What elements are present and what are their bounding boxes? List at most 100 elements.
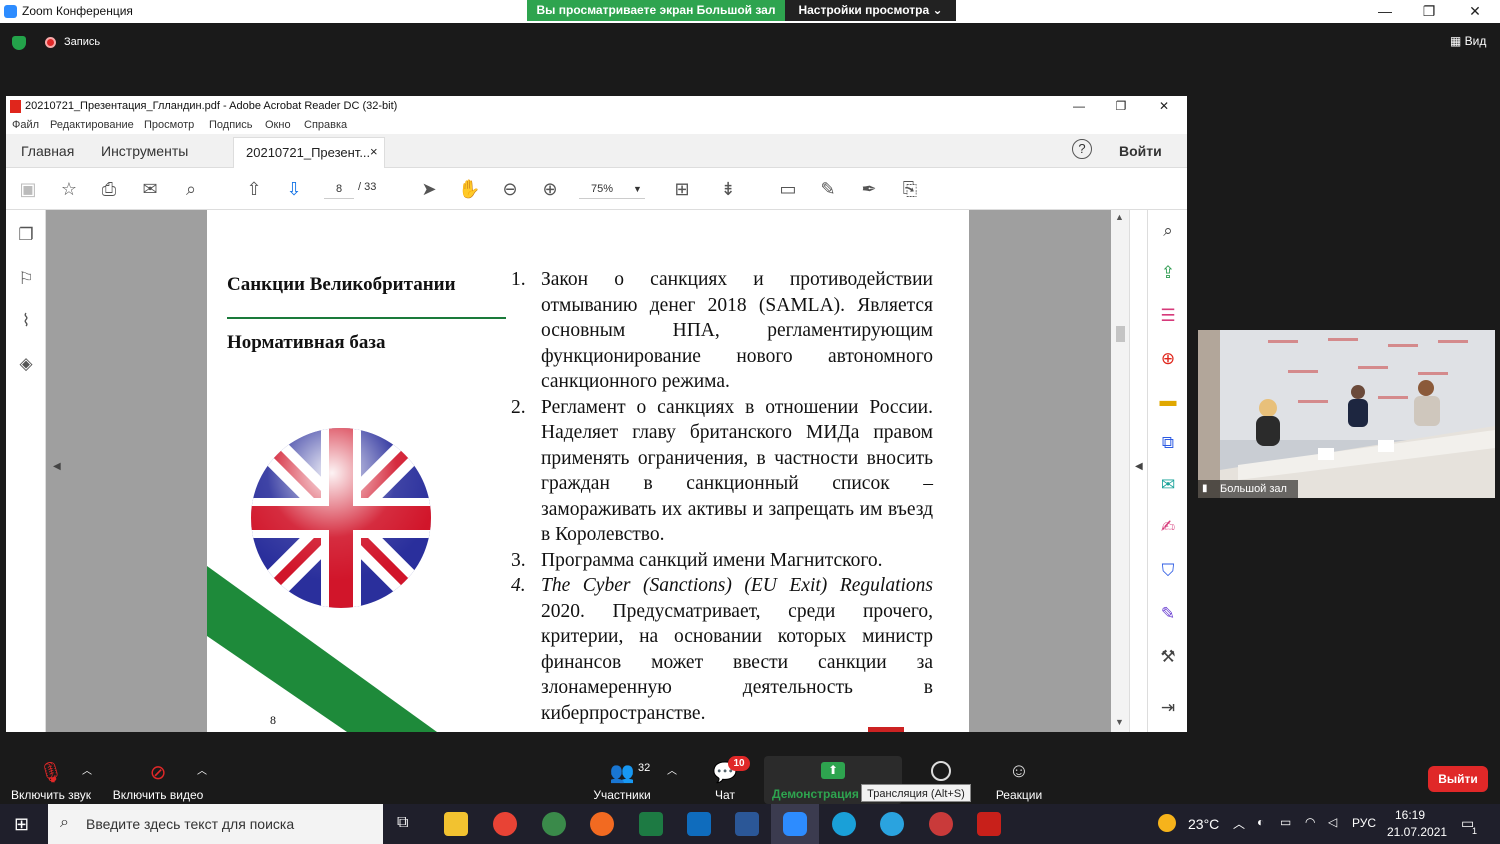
zoom-maximize-button[interactable]: ❐ (1409, 2, 1449, 20)
protect-shield-icon[interactable]: ⛉ (1157, 560, 1179, 582)
sign-icon[interactable]: ✒ (858, 178, 880, 200)
tab-home[interactable]: Главная (21, 143, 74, 159)
record-icon[interactable] (931, 761, 951, 781)
vertical-scrollbar[interactable]: ▲ ▼ (1111, 210, 1129, 732)
zoom-level-select[interactable]: 75% ▼ (579, 179, 645, 199)
scroll-mode-icon[interactable]: ⇟ (717, 178, 739, 200)
right-panel-toggle[interactable]: ◀ (1129, 210, 1147, 732)
menu-edit[interactable]: Редактирование (50, 119, 134, 131)
taskbar-search-input[interactable]: ⌕ Введите здесь текст для поиска (48, 804, 383, 844)
collapse-right-icon[interactable]: ◀ (1135, 461, 1143, 472)
clock-date[interactable]: 21.07.2021 (1387, 825, 1447, 839)
acrobat-maximize-button[interactable]: ❐ (1101, 97, 1141, 115)
tray-app-icon[interactable]: ◐ (1257, 815, 1264, 829)
bookmarks-icon[interactable]: ⚐ (15, 268, 37, 290)
save-icon[interactable]: ▣ (17, 178, 39, 200)
acrobat-minimize-button[interactable]: — (1059, 97, 1099, 115)
tab-close-icon[interactable]: × (370, 144, 378, 159)
comment-icon[interactable]: ▭ (777, 178, 799, 200)
page-fit-icon[interactable]: ⊞ (671, 178, 693, 200)
recording-label[interactable]: Запись (64, 36, 100, 48)
chrome-icon[interactable] (493, 812, 517, 836)
fill-sign-icon[interactable]: ⎘ (899, 178, 921, 200)
find-icon[interactable]: ⌕ (180, 178, 202, 200)
select-cursor-icon[interactable]: ➤ (418, 178, 440, 200)
1c-app-icon[interactable] (590, 812, 614, 836)
task-view-icon[interactable]: ⧉ (397, 814, 408, 832)
zoom-out-icon[interactable]: ⊖ (499, 178, 521, 200)
participants-chevron-icon[interactable]: ︿ (667, 762, 677, 777)
security-shield-icon[interactable] (12, 36, 26, 50)
excel-icon[interactable] (639, 812, 663, 836)
menu-file[interactable]: Файл (12, 119, 39, 131)
menu-window[interactable]: Окно (265, 119, 291, 131)
share-tooltip: Трансляция (Alt+S) (861, 784, 971, 802)
red-app-icon[interactable] (929, 812, 953, 836)
menu-view[interactable]: Просмотр (144, 119, 194, 131)
wifi-icon[interactable]: ◠ (1305, 815, 1315, 829)
windows-start-icon[interactable]: ⊞ (14, 814, 29, 835)
print-icon[interactable]: ⎙ (98, 178, 120, 200)
menu-sign[interactable]: Подпись (209, 119, 253, 131)
telegram-icon[interactable] (880, 812, 904, 836)
input-language[interactable]: РУС (1352, 816, 1376, 830)
video-options-chevron-icon[interactable]: ︿ (197, 762, 207, 777)
scroll-down-icon[interactable]: ▼ (1115, 717, 1124, 727)
email-icon[interactable]: ✉ (139, 178, 161, 200)
weather-temperature[interactable]: 23°C (1188, 816, 1219, 832)
edge-icon[interactable] (832, 812, 856, 836)
menu-help[interactable]: Справка (304, 119, 347, 131)
pages-thumbnail-icon[interactable]: ❐ (15, 224, 37, 246)
collapse-left-icon[interactable]: ◀ (53, 461, 61, 472)
comment-tool-icon[interactable]: ▬ (1157, 390, 1179, 412)
tab-document[interactable]: 20210721_Презент... × (233, 137, 385, 168)
file-explorer-icon[interactable] (444, 812, 468, 836)
export-pdf-icon[interactable]: ⇪ (1157, 262, 1179, 284)
acrobat-taskbar-icon[interactable] (977, 812, 1001, 836)
unmute-label: Включить звук (10, 788, 92, 802)
request-signature-icon[interactable]: ✎ (1157, 603, 1179, 625)
highlight-pen-icon[interactable]: ✎ (817, 178, 839, 200)
view-options-button[interactable]: Настройки просмотра ⌄ (785, 0, 956, 21)
document-viewport[interactable]: ◀ Санкции Великобритании Нормативная баз… (46, 210, 1111, 732)
combine-files-icon[interactable]: ⧉ (1157, 432, 1179, 454)
system-tray-chevron-icon[interactable]: ︿ (1233, 815, 1245, 832)
page-number-input[interactable]: 8 (324, 179, 354, 199)
zoom-close-button[interactable]: ✕ (1455, 2, 1495, 20)
attachments-icon[interactable]: ⌇ (15, 310, 37, 332)
leave-meeting-button[interactable]: Выйти (1428, 766, 1488, 792)
audio-options-chevron-icon[interactable]: ︿ (82, 762, 92, 777)
speaker-icon[interactable]: ◁ (1328, 815, 1337, 829)
word-icon[interactable] (735, 812, 759, 836)
send-for-review-icon[interactable]: ✉ (1157, 474, 1179, 496)
layers-icon[interactable]: ◈ (15, 353, 37, 375)
signin-button[interactable]: Войти (1119, 143, 1162, 159)
bookmark-star-icon[interactable]: ☆ (58, 178, 80, 200)
battery-icon[interactable]: ▭ (1280, 815, 1291, 829)
create-pdf-icon[interactable]: ⊕ (1157, 348, 1179, 370)
prev-page-icon[interactable]: ⇧ (243, 178, 265, 200)
view-button[interactable]: ▦ Вид (1450, 34, 1486, 48)
globe-app-icon[interactable] (542, 812, 566, 836)
zoom-search-icon[interactable]: ⌕ (1157, 220, 1179, 242)
organize-pages-icon[interactable]: ☰ (1157, 305, 1179, 327)
expand-panel-icon[interactable]: ⇥ (1157, 697, 1179, 719)
zoom-in-icon[interactable]: ⊕ (539, 178, 561, 200)
zoom-minimize-button[interactable]: — (1365, 2, 1405, 20)
participant-video-tile[interactable] (1198, 330, 1495, 498)
scroll-up-icon[interactable]: ▲ (1115, 212, 1124, 222)
next-page-icon[interactable]: ⇩ (283, 178, 305, 200)
tab-tools[interactable]: Инструменты (101, 143, 188, 159)
help-icon[interactable]: ? (1072, 139, 1092, 159)
acrobat-close-button[interactable]: ✕ (1144, 97, 1184, 115)
scroll-thumb[interactable] (1116, 326, 1125, 342)
fill-sign-tool-icon[interactable]: ✍ (1157, 516, 1179, 538)
more-tools-icon[interactable]: ⚒ (1157, 646, 1179, 668)
start-video-button[interactable]: ⊘ Включить видео (110, 760, 206, 802)
hand-tool-icon[interactable]: ✋ (458, 178, 480, 200)
clock-time[interactable]: 16:19 (1395, 808, 1425, 822)
zoom-app-icon[interactable] (783, 812, 807, 836)
reactions-button[interactable]: ☺ Реакции (990, 760, 1048, 802)
unmute-button[interactable]: 🎙 Включить звук (9, 760, 93, 802)
outlook-icon[interactable] (687, 812, 711, 836)
